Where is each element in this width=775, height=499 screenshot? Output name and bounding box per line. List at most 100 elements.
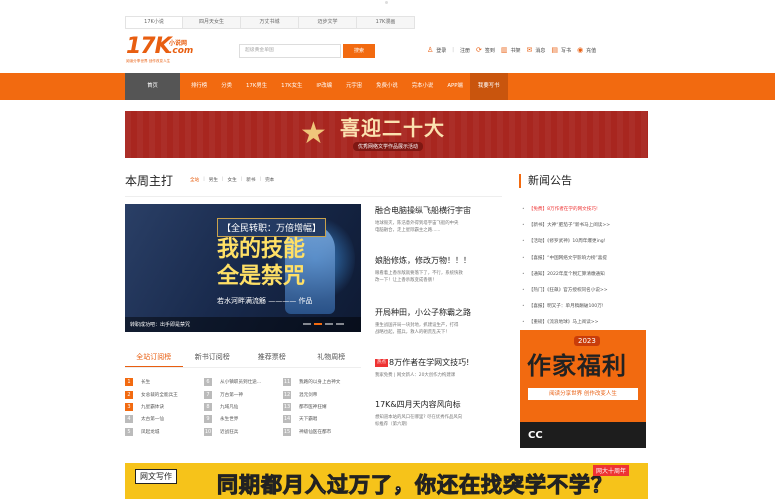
- site-tabs: 17K小说 四月天女生 万丈书城 迈步文学 17K漫画: [125, 16, 415, 29]
- rank-row[interactable]: 8 九域凡仙: [204, 401, 282, 413]
- rank-row[interactable]: 1 长生: [125, 376, 203, 388]
- hero-author: 若水河畔满流觞 ———— 作品: [217, 297, 313, 305]
- nav-metaverse[interactable]: 元宇宙: [339, 73, 369, 100]
- carousel-dot[interactable]: [314, 323, 322, 325]
- rank-number: 4: [125, 415, 133, 424]
- message-link[interactable]: 消息: [535, 47, 545, 54]
- hero-carousel[interactable]: 【全民转职：万倍增幅】 我的技能 全是禁咒 若水河畔满流觞 ———— 作品 转职…: [125, 204, 361, 332]
- filter-female[interactable]: 女生: [228, 177, 237, 183]
- message-icon: ✉: [526, 46, 533, 54]
- nav-rank[interactable]: 排行榜: [184, 73, 214, 100]
- rank-row[interactable]: 4 太古第一仙: [125, 413, 203, 425]
- rank-row[interactable]: 6 从小镇职员到仕途...: [204, 376, 282, 388]
- announcement-item[interactable]: 【免费】8万作者在学的网文技巧!: [522, 206, 648, 222]
- filter-finished[interactable]: 完本: [265, 177, 274, 183]
- nav-home[interactable]: 首页: [125, 73, 180, 100]
- filter-new[interactable]: 新书: [246, 177, 255, 183]
- tab-new-subscribe[interactable]: 新书订阅榜: [183, 347, 243, 367]
- rank-row[interactable]: 9 永生世界: [204, 413, 282, 425]
- logo-slogan: 阅读分享世界 创作改变人生: [126, 59, 171, 63]
- announcement-item[interactable]: 【活动】《修罗武神》10周年爆更ing!: [522, 238, 648, 254]
- tab-site-subscribe[interactable]: 全站订阅榜: [125, 347, 183, 367]
- search-button[interactable]: 搜索: [343, 44, 375, 58]
- filter-male[interactable]: 男生: [209, 177, 218, 183]
- search-input[interactable]: 超级黄金单国: [239, 44, 341, 58]
- user-bar: ♙ 登录 | 注册 ⟳ 签到 ▥ 书架 ✉ 消息 ▤ 写书 ◉ 充值: [427, 46, 602, 54]
- ad-mark: CC: [528, 430, 543, 441]
- hero-tag: 【全民转职：万倍增幅】: [217, 218, 327, 237]
- nav-write[interactable]: 我要写书: [469, 73, 508, 100]
- site-tab[interactable]: 17K小说: [125, 16, 183, 29]
- site-logo[interactable]: 17K 小说网 .com 阅读分享世界 创作改变人生: [126, 36, 211, 66]
- rank-row[interactable]: 12 混元剑帝: [283, 388, 361, 400]
- news-item[interactable]: 17K&四月天内容风向标 想知道本站的风口在哪里? 尽在优秀作品风向 标推荐（第六…: [375, 400, 505, 428]
- nav-free[interactable]: 免费小说: [369, 73, 405, 100]
- site-tab[interactable]: 迈步文学: [299, 16, 357, 29]
- news-title[interactable]: 17K&四月天内容风向标: [375, 400, 505, 410]
- tab-gift[interactable]: 礼物周榜: [302, 347, 362, 367]
- rank-row[interactable]: 3 九星霸体诀: [125, 401, 203, 413]
- event-banner[interactable]: ★ 喜迎二十大 优秀网络文学作品展示活动: [125, 111, 648, 158]
- rank-list: 1 长生 2 女总裁的全能兵王 3 九星霸体诀 4 太古第一仙 5 凤起龙城: [125, 376, 203, 438]
- nav-app[interactable]: APP端: [440, 73, 470, 100]
- sign-icon: ⟳: [476, 46, 482, 54]
- filter-all[interactable]: 全站: [190, 177, 199, 183]
- rank-row[interactable]: 5 凤起龙城: [125, 426, 203, 438]
- nav-female[interactable]: 17K女生: [274, 73, 309, 100]
- site-tab[interactable]: 17K漫画: [357, 16, 415, 29]
- rank-number: 2: [125, 390, 133, 399]
- bottom-banner[interactable]: 网文写作 同期都月入过万了，你还在找突学不学？ 网大十周年: [125, 463, 648, 499]
- carousel-dot[interactable]: [336, 323, 344, 325]
- news-title[interactable]: 开局种田，小公子称霸之路: [375, 308, 505, 318]
- news-title[interactable]: 娘胎修炼，修改万物！！！: [375, 256, 505, 266]
- nav-category[interactable]: 分类: [214, 73, 239, 100]
- announcement-item[interactable]: 【喜报】明又子：单月稿酬破100万!: [522, 303, 648, 319]
- hero-line2: 全是禁咒: [217, 264, 306, 289]
- rank-row[interactable]: 7 万古第一神: [204, 388, 282, 400]
- news-item[interactable]: 融合电脑操纵飞船横行宇宙 地球毁灭，陈浩意外得到塔宇宙飞船的中央 电脑融合，走上星…: [375, 206, 505, 234]
- site-tab[interactable]: 四月天女生: [183, 16, 241, 29]
- divider: [125, 196, 502, 197]
- rank-row[interactable]: 15 神级仙医在都市: [283, 426, 361, 438]
- bookshelf-link[interactable]: 书架: [511, 47, 521, 54]
- rank-row[interactable]: 10 近战狂兵: [204, 426, 282, 438]
- hot-badge: 热点: [375, 358, 388, 367]
- bookshelf-icon: ▥: [500, 46, 508, 54]
- news-item[interactable]: 热点 8万作者在学网文技巧! 我家免费 | 网文新人：20大创作力构建课: [375, 358, 505, 379]
- news-title[interactable]: 融合电脑操纵飞船横行宇宙: [375, 206, 505, 216]
- rank-row[interactable]: 11 我路的以身上古神文: [283, 376, 361, 388]
- announcements-list: 【免费】8万作者在学的网文技巧! 【新书】大神“肥茄子”新书马上阅读>> 【活动…: [522, 206, 648, 336]
- announcement-item[interactable]: 【喜报】“中国网络文学影响力榜”喜提: [522, 255, 648, 271]
- rank-row[interactable]: 14 天下霸唱: [283, 413, 361, 425]
- sign-link[interactable]: 签到: [485, 47, 495, 54]
- news-item[interactable]: 开局种田，小公子称霸之路 重生战国开局一块封地，抓建设生产，打得 战略也起，握兵，…: [375, 308, 505, 336]
- bottom-label: 网文写作: [135, 469, 177, 484]
- bottom-badge: 网大十周年: [593, 465, 630, 476]
- write-icon: ▤: [551, 46, 559, 54]
- nav-male[interactable]: 17K男生: [239, 73, 274, 100]
- site-tab[interactable]: 万丈书城: [241, 16, 299, 29]
- recharge-link[interactable]: 充值: [586, 47, 596, 54]
- recharge-icon: ◉: [577, 46, 584, 54]
- rank-list: 6 从小镇职员到仕途... 7 万古第一神 8 九域凡仙 9 永生世界 10 近战狂兵: [204, 376, 282, 438]
- nav-finished[interactable]: 完本小说: [405, 73, 441, 100]
- news-title: 热点 8万作者在学网文技巧!: [375, 358, 470, 367]
- announcement-item[interactable]: 【热门】《狂飙》官方授权同名小说>>: [522, 287, 648, 303]
- carousel-dot[interactable]: [325, 323, 333, 325]
- rank-number: 3: [125, 402, 133, 411]
- announcement-item[interactable]: 【通知】2022年度个税汇算清缴通知: [522, 271, 648, 287]
- banner-title: 喜迎二十大: [340, 116, 445, 140]
- login-link[interactable]: 登录: [436, 47, 446, 54]
- weekly-filters: 全站 | 男生 | 女生 | 新书 | 完本: [190, 177, 275, 183]
- rank-row[interactable]: 2 女总裁的全能兵王: [125, 388, 203, 400]
- write-book-link[interactable]: 写书: [561, 47, 571, 54]
- writer-welfare-ad[interactable]: 2023 作家福利 阅读分享世界 创作改变人生 CC: [520, 330, 646, 448]
- nav-ip[interactable]: IP改编: [309, 73, 339, 100]
- news-item[interactable]: 娘胎修炼，修改万物！！！ 眼看着上香杀敌就要落下了，不行，系统快救 改一下！让上香…: [375, 256, 505, 284]
- announcement-item[interactable]: 【新书】大神“肥茄子”新书马上阅读>>: [522, 222, 648, 238]
- tab-recommend[interactable]: 推荐票榜: [242, 347, 302, 367]
- rank-row[interactable]: 13 都市医神狂婿: [283, 401, 361, 413]
- carousel-dot[interactable]: [303, 323, 311, 325]
- ad-year: 2023: [574, 336, 600, 346]
- register-link[interactable]: 注册: [460, 47, 470, 54]
